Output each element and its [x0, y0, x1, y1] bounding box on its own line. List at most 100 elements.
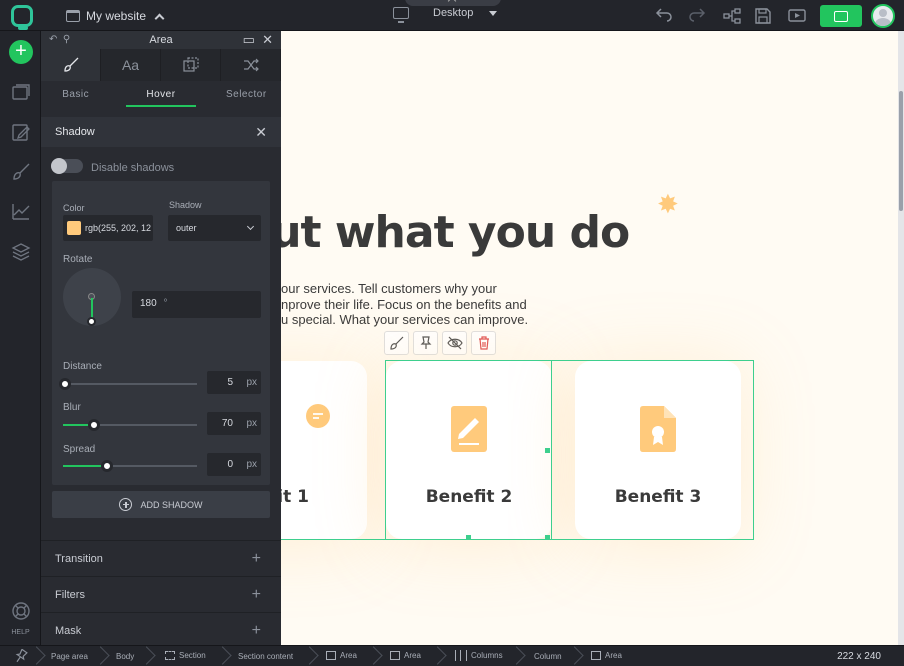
- redo-icon[interactable]: [688, 7, 706, 25]
- breadcrumb-separator: [222, 646, 232, 666]
- device-label: Desktop: [433, 7, 474, 19]
- save-icon[interactable]: [754, 7, 772, 25]
- style-panel: ↶ ⚲ Area ▭ ✕ Aa Basic Hover Selector Sha…: [41, 31, 281, 645]
- breadcrumb-label: Area: [404, 651, 421, 660]
- section-paragraph[interactable]: our services. Tell customers why your npr…: [281, 281, 581, 328]
- breadcrumb-area-current[interactable]: Area: [591, 651, 622, 660]
- tab-design[interactable]: [41, 49, 101, 81]
- accordion-filters[interactable]: Filters +: [41, 576, 281, 612]
- color-swatch[interactable]: [67, 221, 81, 235]
- distance-input[interactable]: 5 px: [207, 371, 261, 394]
- spread-input[interactable]: 0 px: [207, 453, 261, 476]
- tab-typography[interactable]: Aa: [101, 49, 161, 81]
- accordion-label: Mask: [55, 625, 82, 637]
- breadcrumb-separator: [36, 646, 46, 666]
- paragraph-line: nprove their life. Focus on the benefits…: [281, 296, 527, 312]
- device-selector[interactable]: Desktop: [393, 7, 498, 23]
- chevron-down-icon: [246, 222, 255, 231]
- spread-slider[interactable]: [63, 460, 197, 472]
- section-icon: [165, 651, 175, 660]
- breadcrumb-separator: [146, 646, 156, 666]
- distance-value: 5: [227, 377, 233, 388]
- color-value: rgb(255, 202, 12: [85, 223, 152, 233]
- background-icon: [182, 57, 199, 72]
- breadcrumb-columns[interactable]: Columns: [455, 650, 503, 661]
- window-icon: [66, 10, 80, 22]
- shadow-type-select[interactable]: outer: [168, 215, 261, 241]
- disable-shadows-label: Disable shadows: [91, 162, 175, 174]
- shuffle-icon: [243, 58, 259, 72]
- add-shadow-button[interactable]: ADD SHADOW: [52, 491, 270, 518]
- logo-icon[interactable]: [11, 5, 33, 30]
- breadcrumb-area[interactable]: Area: [326, 651, 357, 660]
- collapse-toolbar-handle[interactable]: [405, 0, 501, 6]
- blur-slider[interactable]: [63, 419, 197, 431]
- color-field[interactable]: rgb(255, 202, 12: [63, 215, 153, 241]
- panel-nav-icons[interactable]: ↶ ⚲: [49, 31, 70, 49]
- tab-background[interactable]: [161, 49, 221, 81]
- tab-selector[interactable]: Selector: [212, 81, 281, 107]
- resize-handle[interactable]: [545, 535, 550, 540]
- paragraph-line: u special. What your services can improv…: [281, 312, 529, 327]
- panel-window-controls[interactable]: ▭ ✕: [243, 31, 273, 49]
- resize-handle[interactable]: [466, 535, 471, 540]
- add-element-button[interactable]: +: [9, 40, 33, 64]
- dial-needle: [91, 298, 93, 319]
- avatar[interactable]: [871, 4, 895, 28]
- edit-icon[interactable]: [11, 122, 31, 142]
- sitemap-icon[interactable]: [723, 7, 741, 25]
- publish-button[interactable]: [820, 5, 862, 27]
- breadcrumb-page-area[interactable]: Page area: [51, 652, 88, 661]
- section-heading[interactable]: out what you do: [281, 207, 630, 258]
- help-icon[interactable]: [11, 601, 31, 621]
- breadcrumb-column[interactable]: Column: [534, 652, 562, 661]
- brush-icon[interactable]: [384, 331, 409, 355]
- delete-icon[interactable]: [471, 331, 496, 355]
- disable-shadows-toggle[interactable]: [51, 158, 83, 174]
- accordion-mask[interactable]: Mask +: [41, 612, 281, 648]
- breadcrumb-area[interactable]: Area: [390, 651, 421, 660]
- tab-interactions[interactable]: [221, 49, 281, 81]
- panel-title: Area: [149, 34, 173, 46]
- resize-handle[interactable]: [545, 448, 550, 453]
- distance-slider[interactable]: [59, 378, 197, 390]
- blur-input[interactable]: 70 px: [207, 412, 261, 435]
- slider-thumb[interactable]: [88, 419, 100, 431]
- undo-icon[interactable]: [655, 7, 673, 25]
- hide-icon[interactable]: [442, 331, 467, 355]
- slider-thumb[interactable]: [101, 460, 113, 472]
- brush-icon[interactable]: [11, 162, 31, 182]
- breadcrumb-section-content[interactable]: Section content: [238, 652, 293, 661]
- plus-icon: +: [251, 550, 261, 567]
- rotate-dial[interactable]: [63, 268, 121, 326]
- tab-hover[interactable]: Hover: [126, 81, 196, 107]
- canvas-scrollbar[interactable]: [898, 31, 904, 645]
- breadcrumb-label: Body: [116, 652, 135, 661]
- spread-value: 0: [227, 459, 233, 470]
- pages-icon[interactable]: [11, 82, 31, 102]
- close-icon[interactable]: ✕: [255, 117, 267, 147]
- tab-basic[interactable]: Basic: [41, 81, 110, 107]
- left-rail: + HELP: [0, 31, 41, 645]
- pin-icon[interactable]: [13, 649, 29, 664]
- breadcrumb-separator: [516, 646, 526, 666]
- accordion-transition[interactable]: Transition +: [41, 540, 281, 576]
- breadcrumb-label: Columns: [471, 651, 503, 660]
- page-canvas[interactable]: out what you do ✸ our services. Tell cus…: [281, 31, 898, 645]
- slider-thumb[interactable]: [59, 378, 71, 390]
- breadcrumb-separator: [437, 646, 447, 666]
- analytics-icon[interactable]: [11, 202, 31, 222]
- chevron-up-icon: [154, 13, 165, 23]
- dial-knob[interactable]: [87, 317, 96, 326]
- breadcrumb-section[interactable]: Section: [165, 651, 206, 660]
- site-selector[interactable]: My website: [66, 8, 165, 24]
- layers-icon[interactable]: [11, 242, 31, 262]
- preview-icon[interactable]: [788, 7, 806, 25]
- pin-icon[interactable]: [413, 331, 438, 355]
- column-outline: [551, 360, 754, 540]
- selected-area-outline[interactable]: [385, 360, 552, 540]
- breadcrumb-body[interactable]: Body: [116, 652, 134, 661]
- star-decoration-icon: ✸: [657, 189, 679, 219]
- rotate-input[interactable]: 180 °: [132, 291, 261, 318]
- breadcrumb-separator: [100, 646, 110, 666]
